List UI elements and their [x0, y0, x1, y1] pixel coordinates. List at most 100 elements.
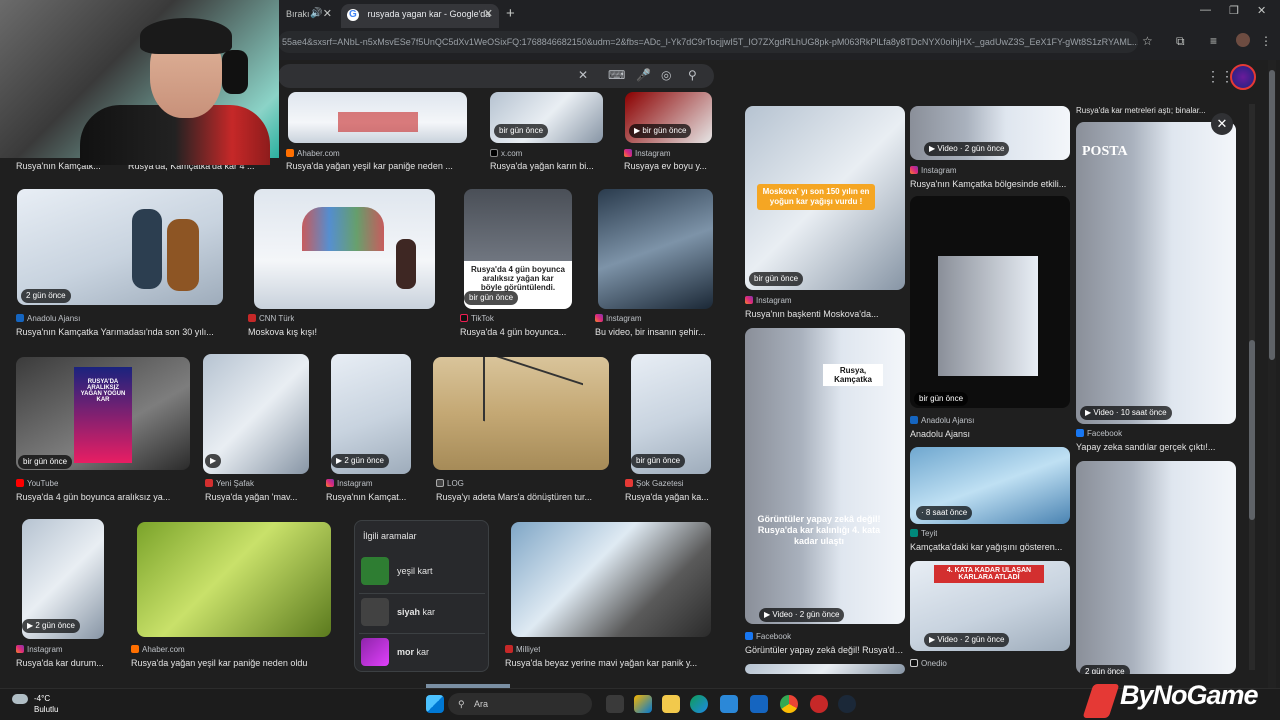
weather-widget[interactable]: -4°C Bulutlu [12, 694, 58, 714]
result-image[interactable] [137, 522, 331, 637]
result-source[interactable]: Instagram [326, 479, 373, 488]
panel-title[interactable]: Rusya'nın başkenti Moskova'da... [745, 309, 905, 319]
result-title[interactable]: Rusya'yı adeta Mars'a dönüştüren tur... [436, 492, 608, 502]
panel-image[interactable]: ▶ Video · 2 gün önce [910, 106, 1070, 160]
panel-image[interactable] [745, 664, 905, 674]
result-source[interactable]: Ahaber.com [286, 149, 340, 158]
result-source[interactable]: Şok Gazetesi [625, 479, 684, 488]
result-title[interactable]: Rusya'da yağan karın bi... [490, 161, 602, 171]
panel-heading[interactable]: Rusya'da kar metreleri aştı; binalar... [1076, 106, 1226, 115]
result-source[interactable]: LOG [436, 479, 464, 488]
result-title[interactable]: Rusya'da yağan yeşil kar paniğe neden ol… [131, 658, 331, 668]
clear-search-icon[interactable]: ✕ [578, 68, 588, 82]
result-source[interactable]: Ahaber.com [131, 645, 185, 654]
panel-source[interactable]: Instagram [745, 296, 792, 305]
panel-image[interactable]: Rusya, Kamçatka Görüntüler yapay zekâ de… [745, 328, 905, 624]
result-image[interactable]: bir gün önce [631, 354, 711, 474]
panel-source[interactable]: Instagram [910, 166, 957, 175]
result-image[interactable]: RUSYA'DA ARALIKSIZ YAĞAN YOĞUN KAR bir g… [16, 357, 190, 470]
panel-image[interactable]: POSTA ▶ Video · 10 saat önce [1076, 122, 1236, 424]
avatar[interactable] [1230, 64, 1256, 90]
close-window-button[interactable]: ✕ [1257, 4, 1266, 17]
result-image[interactable]: ▶ 2 gün önce [22, 519, 104, 639]
minimize-button[interactable]: — [1200, 4, 1211, 16]
taskbar-search[interactable]: ⚲ Ara [448, 693, 592, 715]
search-icon[interactable]: ⚲ [688, 68, 697, 82]
panel-source[interactable]: Facebook [1076, 429, 1122, 438]
result-source[interactable]: TikTok [460, 314, 494, 323]
task-view-icon[interactable] [606, 695, 624, 713]
related-item-yesil-kart[interactable]: yeşil kart [359, 553, 485, 591]
result-image[interactable]: Rusya'da 4 gün boyunca aralıksız yağan k… [464, 189, 572, 309]
result-source[interactable]: Anadolu Ajansı [16, 314, 80, 323]
panel-title[interactable]: Anadolu Ajansı [910, 429, 1070, 439]
result-image[interactable]: ▶ bir gün önce [625, 92, 712, 143]
result-image[interactable] [598, 189, 713, 309]
panel-source[interactable]: Teyit [910, 529, 937, 538]
panel-image[interactable]: · 8 saat önce [910, 447, 1070, 524]
panel-source[interactable]: Facebook [745, 632, 791, 641]
close-panel-button[interactable]: ✕ [1211, 113, 1233, 135]
result-title[interactable]: Rusya'nın Kamçatka Yarımadası'nda son 30… [16, 327, 230, 337]
search-input[interactable]: ✕ ⌨ 🎤 ◎ ⚲ [278, 64, 714, 88]
panel-image[interactable]: 2 gün önce [1076, 461, 1236, 674]
chrome-icon[interactable] [780, 695, 798, 713]
result-title[interactable]: Rusya'da yağan ka... [625, 492, 715, 502]
profile-avatar[interactable] [1236, 33, 1250, 47]
maximize-button[interactable]: ❐ [1229, 4, 1239, 17]
keyboard-icon[interactable]: ⌨ [608, 68, 625, 82]
lens-icon[interactable]: ◎ [661, 68, 671, 82]
result-source[interactable]: x.com [490, 149, 522, 158]
more-menu-icon[interactable]: ⋮ [1260, 34, 1272, 48]
close-icon[interactable]: ✕ [484, 4, 493, 24]
windows-start-icon[interactable] [426, 695, 444, 713]
tab-active[interactable]: rusyada yagan kar - Google'da ✕ [341, 4, 499, 28]
result-source[interactable]: Milliyet [505, 645, 540, 654]
panel-title[interactable]: Görüntüler yapay zekâ değil! Rusya'da... [745, 645, 905, 655]
panel-scroll-thumb[interactable] [1249, 340, 1255, 520]
result-image[interactable]: bir gün önce [490, 92, 603, 143]
mail-icon[interactable] [750, 695, 768, 713]
result-title[interactable]: Rusyaya ev boyu y... [624, 161, 714, 171]
result-source[interactable]: CNN Türk [248, 314, 294, 323]
result-title[interactable]: Rusya'da 4 gün boyunca aralıksız ya... [16, 492, 190, 502]
close-icon[interactable]: ✕ [323, 4, 332, 24]
result-title[interactable]: Rusya'da yağan 'mav... [205, 492, 313, 502]
result-source[interactable]: YouTube [16, 479, 58, 488]
store-icon[interactable] [720, 695, 738, 713]
result-source[interactable]: Instagram [595, 314, 642, 323]
result-image[interactable]: ▶ [203, 354, 309, 474]
panel-image[interactable]: 4. KATA KADAR ULAŞAN KARLARA ATLADI ▶ Vi… [910, 561, 1070, 651]
bookmark-star-icon[interactable]: ☆ [1142, 34, 1153, 48]
panel-image[interactable]: bir gün önce [910, 196, 1070, 408]
tab-inactive[interactable]: Bırakı 🔊 ✕ [280, 4, 338, 28]
result-image[interactable] [288, 92, 467, 143]
result-image[interactable] [254, 189, 435, 309]
panel-source[interactable]: Anadolu Ajansı [910, 416, 974, 425]
result-title[interactable]: Rusya'nın Kamçat... [326, 492, 414, 502]
app-icon[interactable] [810, 695, 828, 713]
steam-icon[interactable] [838, 695, 856, 713]
result-image[interactable]: ▶ 2 gün önce [331, 354, 411, 474]
copilot-icon[interactable] [634, 695, 652, 713]
panel-title[interactable]: Yapay zeka sandılar gerçek çıktı!... [1076, 442, 1236, 452]
result-image[interactable] [433, 357, 609, 470]
speaker-icon[interactable]: 🔊 [310, 4, 322, 24]
mic-icon[interactable]: 🎤 [636, 68, 651, 82]
result-title[interactable]: Rusya'da yağan yeşil kar paniğe neden ..… [286, 161, 466, 171]
extensions-icon[interactable]: ⧉ [1176, 34, 1185, 49]
panel-title[interactable]: Rusya'nın Kamçatka bölgesinde etkili... [910, 179, 1070, 189]
result-title[interactable]: Bu video, bir insanın şehir... [595, 327, 715, 337]
result-image[interactable]: 2 gün önce [17, 189, 223, 305]
result-source[interactable]: Instagram [16, 645, 63, 654]
panel-source[interactable]: Onedio [910, 659, 947, 668]
result-title[interactable]: Rusya'da 4 gün boyunca... [460, 327, 572, 337]
result-image[interactable] [511, 522, 711, 637]
related-item-mor-kar[interactable]: mor kar [359, 633, 485, 671]
panel-title[interactable]: Kamçatka'daki kar yağışını gösteren... [910, 542, 1070, 552]
panel-image[interactable]: Moskova' yı son 150 yılın en yoğun kar y… [745, 106, 905, 290]
result-source[interactable]: Instagram [624, 149, 671, 158]
related-item-siyah-kar[interactable]: siyah kar [359, 593, 485, 631]
edge-icon[interactable] [690, 695, 708, 713]
result-title[interactable]: Rusya'da beyaz yerine mavi yağan kar pan… [505, 658, 715, 668]
